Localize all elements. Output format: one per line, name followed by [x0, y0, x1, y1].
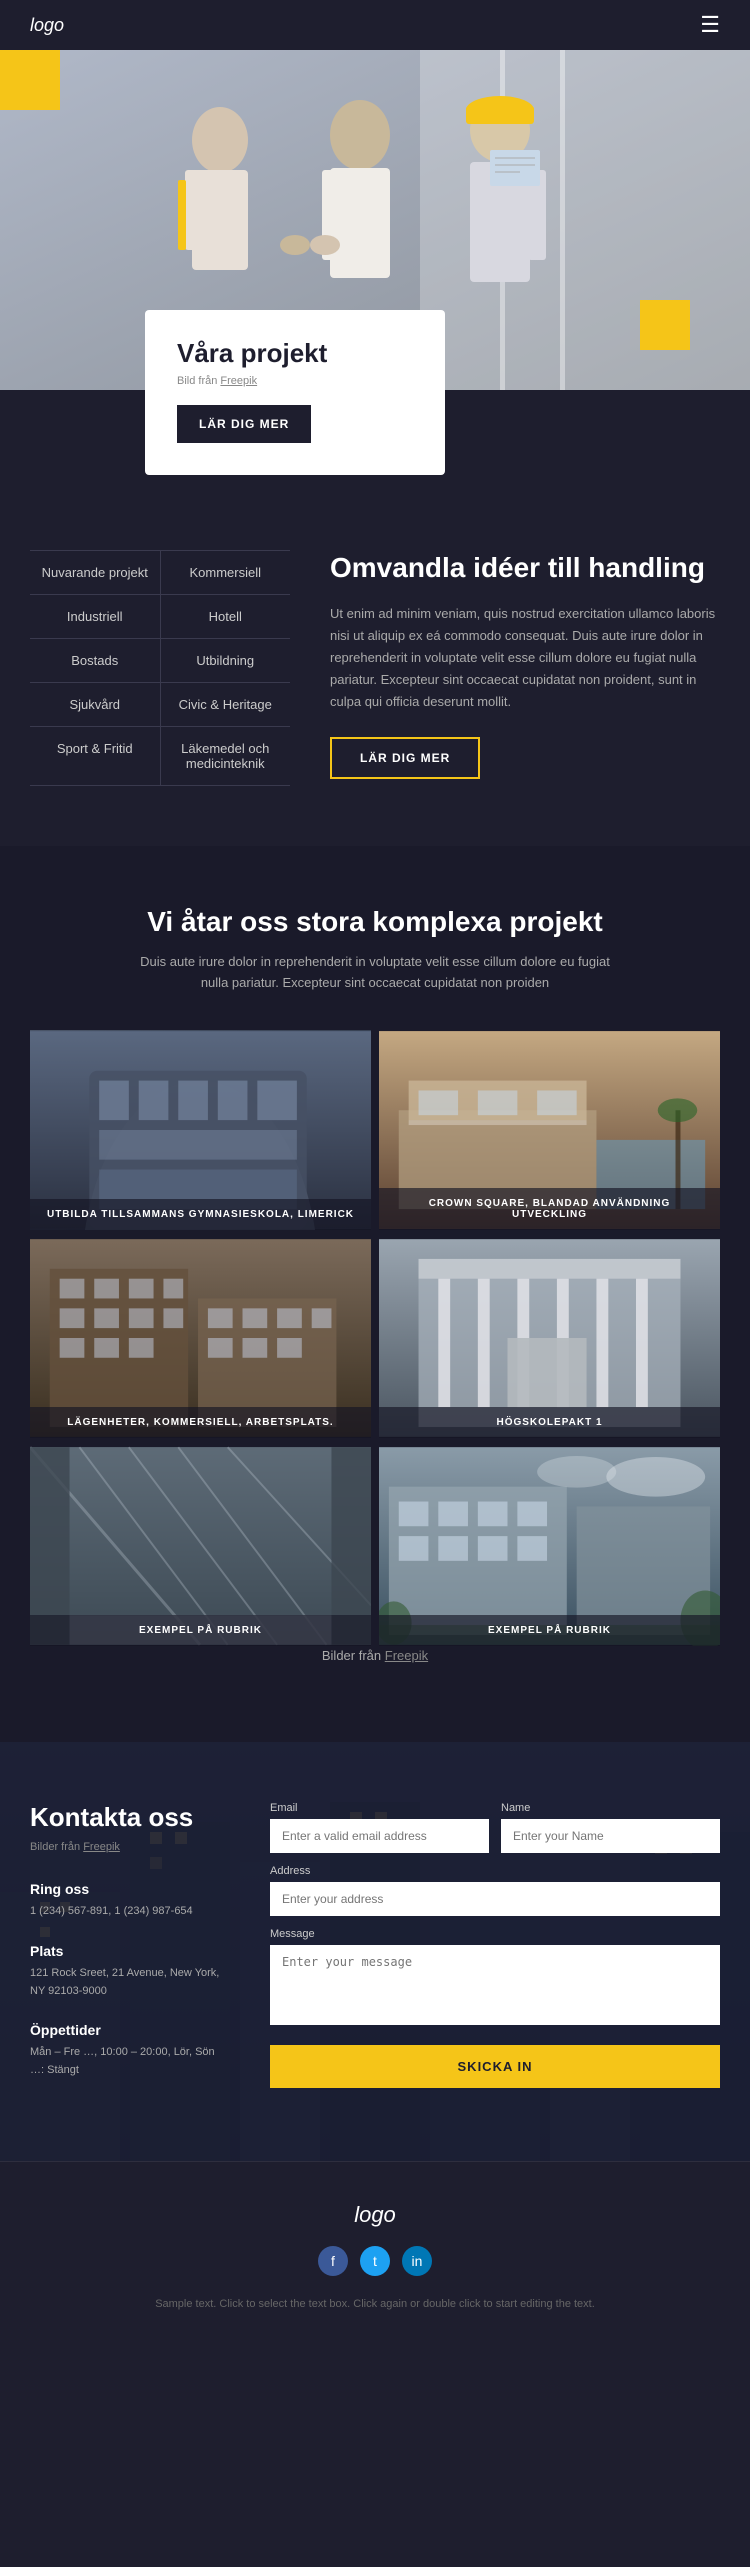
email-input[interactable] — [270, 1819, 489, 1853]
freepik-link-2[interactable]: Freepik — [385, 1648, 428, 1663]
message-group: Message — [270, 1928, 720, 2025]
facebook-icon[interactable]: f — [318, 2246, 348, 2276]
hero-card-credit: Bild från Freepik — [177, 375, 413, 387]
project-card-1[interactable]: UTBILDA TILLSAMMANS GYMNASIESKOLA, LIMER… — [30, 1030, 371, 1230]
project-label-1: UTBILDA TILLSAMMANS GYMNASIESKOLA, LIMER… — [30, 1199, 371, 1230]
social-links: f t in — [30, 2246, 720, 2276]
project-label-3: LÄGENHETER, KOMMERSIELL, ARBETSPLATS. — [30, 1407, 371, 1438]
name-group: Name — [501, 1802, 720, 1853]
cat-kommersiell[interactable]: Kommersiell — [161, 551, 291, 594]
cat-civic[interactable]: Civic & Heritage — [161, 683, 291, 726]
cat-nuvarande[interactable]: Nuvarande projekt — [30, 551, 161, 594]
yellow-accent-top-left — [0, 50, 60, 110]
address-text: 121 Rock Sreet, 21 Avenue, New York, NY … — [30, 1965, 230, 2000]
address-input[interactable] — [270, 1882, 720, 1916]
project-label-2: CROWN SQUARE, BLANDAD ANVÄNDNING UTVECKL… — [379, 1188, 720, 1230]
contact-section: Kontakta oss Bilder från Freepik Ring os… — [0, 1742, 750, 2161]
cat-bostads[interactable]: Bostads — [30, 639, 161, 682]
footer: logo f t in Sample text. Click to select… — [0, 2161, 750, 2333]
phone-number: 1 (234) 567-891, 1 (234) 987-654 — [30, 1903, 230, 1921]
projects-subtitle: Duis aute irure dolor in reprehenderit i… — [125, 952, 625, 994]
yellow-accent-bottom-right — [640, 300, 690, 350]
form-row-message: Message — [270, 1928, 720, 2025]
cat-utbildning[interactable]: Utbildning — [161, 639, 291, 682]
message-input[interactable] — [270, 1945, 720, 2025]
cat-row-3: Bostads Utbildning — [30, 639, 290, 683]
contact-credit: Bilder från Freepik — [30, 1841, 230, 1853]
name-input[interactable] — [501, 1819, 720, 1853]
submit-button[interactable]: SKICKA IN — [270, 2045, 720, 2088]
cat-lakemedel[interactable]: Läkemedel och medicinteknik — [161, 727, 291, 785]
photo-credit: Bilder från Freepik — [125, 1646, 625, 1667]
contact-hours: Öppettider Mån – Fre …, 10:00 – 20:00, L… — [30, 2022, 230, 2079]
name-label: Name — [501, 1802, 720, 1814]
linkedin-icon[interactable]: in — [402, 2246, 432, 2276]
contact-info: Kontakta oss Bilder från Freepik Ring os… — [30, 1802, 230, 2101]
section-cta-button[interactable]: LÄR DIG MER — [330, 737, 480, 779]
menu-icon[interactable]: ☰ — [700, 12, 720, 38]
hours-heading: Öppettider — [30, 2022, 230, 2038]
form-row-address: Address — [270, 1865, 720, 1916]
address-label: Address — [270, 1865, 720, 1877]
cat-row-1: Nuvarande projekt Kommersiell — [30, 550, 290, 595]
section-title: Omvandla idéer till handling — [330, 550, 720, 585]
freepik-link[interactable]: Freepik — [220, 375, 257, 387]
address-heading: Plats — [30, 1943, 230, 1959]
header: logo ☰ — [0, 0, 750, 50]
project-label-5: EXEMPEL PÅ RUBRIK — [30, 1615, 371, 1646]
twitter-icon[interactable]: t — [360, 2246, 390, 2276]
cat-sport[interactable]: Sport & Fritid — [30, 727, 161, 785]
contact-phone: Ring oss 1 (234) 567-891, 1 (234) 987-65… — [30, 1881, 230, 1921]
projects-section: Vi åtar oss stora komplexa projekt Duis … — [0, 846, 750, 1742]
form-row-email-name: Email Name — [270, 1802, 720, 1853]
header-logo: logo — [30, 15, 64, 36]
email-group: Email — [270, 1802, 489, 1853]
footer-logo: logo — [30, 2202, 720, 2228]
categories-section: Nuvarande projekt Kommersiell Industriel… — [0, 490, 750, 846]
project-card-5[interactable]: EXEMPEL PÅ RUBRIK — [30, 1446, 371, 1646]
contact-form: Email Name Address Message — [270, 1802, 720, 2101]
hero-section: Våra projekt Bild från Freepik LÄR DIG M… — [0, 50, 750, 490]
hero-card-title: Våra projekt — [177, 338, 413, 369]
message-label: Message — [270, 1928, 720, 1940]
hero-card: Våra projekt Bild från Freepik LÄR DIG M… — [145, 310, 445, 475]
cat-industriell[interactable]: Industriell — [30, 595, 161, 638]
cat-hotell[interactable]: Hotell — [161, 595, 291, 638]
project-label-4: HÖGSKOLEPAKT 1 — [379, 1407, 720, 1438]
project-card-2[interactable]: CROWN SQUARE, BLANDAD ANVÄNDNING UTVECKL… — [379, 1030, 720, 1230]
hours-text: Mån – Fre …, 10:00 – 20:00, Lör, Sön …: … — [30, 2044, 230, 2079]
hero-cta-button[interactable]: LÄR DIG MER — [177, 405, 311, 443]
section-description: Omvandla idéer till handling Ut enim ad … — [330, 550, 720, 786]
projects-title: Vi åtar oss stora komplexa projekt — [30, 906, 720, 938]
contact-content: Kontakta oss Bilder från Freepik Ring os… — [30, 1802, 720, 2101]
project-card-6[interactable]: EXEMPEL PÅ RUBRIK — [379, 1446, 720, 1646]
project-label-6: EXEMPEL PÅ RUBRIK — [379, 1615, 720, 1646]
projects-grid: UTBILDA TILLSAMMANS GYMNASIESKOLA, LIMER… — [30, 1030, 720, 1646]
cat-row-2: Industriell Hotell — [30, 595, 290, 639]
cat-row-5: Sport & Fritid Läkemedel och medicintekn… — [30, 727, 290, 786]
section-body: Ut enim ad minim veniam, quis nostrud ex… — [330, 603, 720, 713]
contact-title: Kontakta oss — [30, 1802, 230, 1833]
email-label: Email — [270, 1802, 489, 1814]
footer-note: Sample text. Click to select the text bo… — [30, 2296, 720, 2313]
freepik-link-3[interactable]: Freepik — [83, 1841, 120, 1853]
phone-heading: Ring oss — [30, 1881, 230, 1897]
cat-sjukvard[interactable]: Sjukvård — [30, 683, 161, 726]
address-group: Address — [270, 1865, 720, 1916]
project-card-3[interactable]: LÄGENHETER, KOMMERSIELL, ARBETSPLATS. — [30, 1238, 371, 1438]
category-list: Nuvarande projekt Kommersiell Industriel… — [30, 550, 290, 786]
project-card-4[interactable]: HÖGSKOLEPAKT 1 — [379, 1238, 720, 1438]
cat-row-4: Sjukvård Civic & Heritage — [30, 683, 290, 727]
contact-address: Plats 121 Rock Sreet, 21 Avenue, New Yor… — [30, 1943, 230, 2000]
